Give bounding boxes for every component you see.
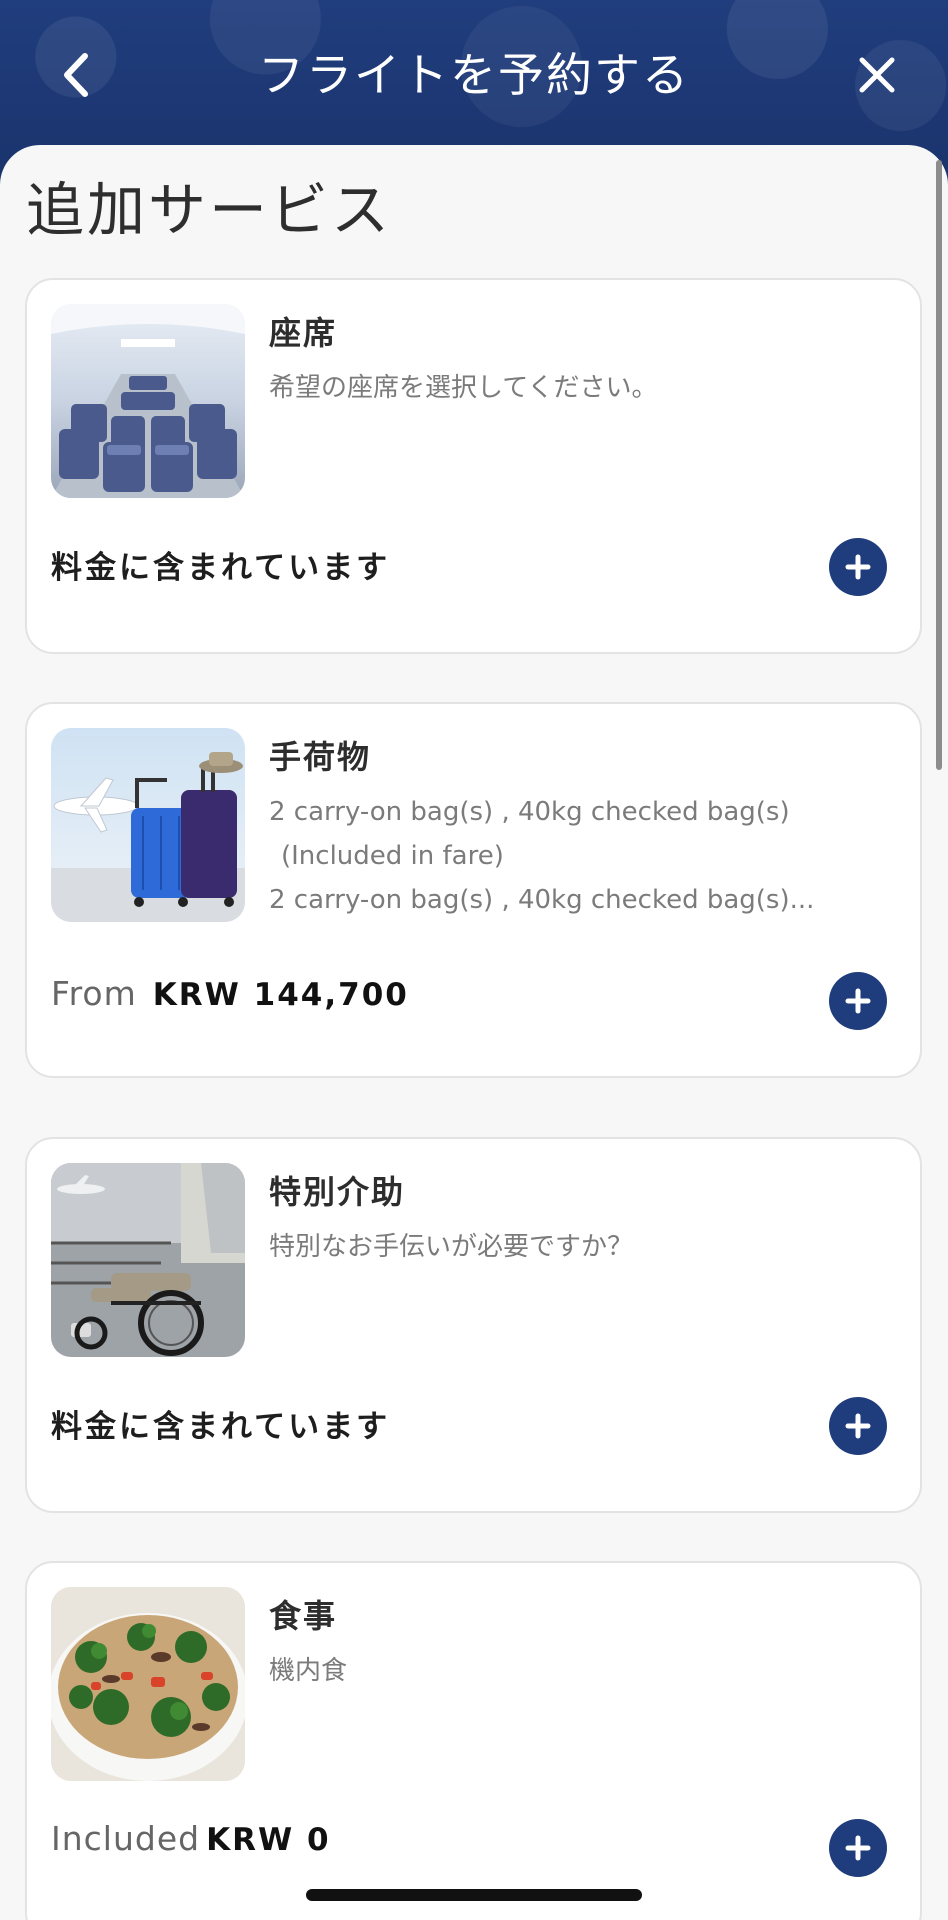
card-description-line: 希望の座席を選択してください。 [269,373,658,403]
included-in-fare-label: 料金に含まれています [51,550,391,586]
price-prefix: From [51,974,137,1013]
baggage-image [51,728,245,922]
included-in-fare-label: 料金に含まれています [51,1409,391,1445]
section-title: 追加サービス [26,176,393,244]
seat-image [51,304,245,498]
price-amount: KRW 0 [206,1822,331,1858]
plus-icon [845,988,871,1014]
close-icon [859,57,895,93]
card-title: 特別介助 [269,1173,406,1211]
card-description: 希望の座席を選択してください。 [269,366,889,410]
app-screen: フライトを予約する 追加サービス 座席 希望の座席を選択してください。 料金に含… [0,0,948,1920]
plus-icon [845,554,871,580]
card-description: 2 carry-on bag(s) , 40kg checked bag(s) … [269,790,889,922]
service-card-seat[interactable]: 座席 希望の座席を選択してください。 料金に含まれています [25,278,922,654]
service-card-meal[interactable]: 食事 機内食 Included KRW 0 [25,1561,922,1920]
card-title: 手荷物 [269,738,372,776]
card-title: 食事 [269,1597,338,1635]
card-description-line: 2 carry-on bag(s) , 40kg checked bag(s).… [269,885,815,915]
price-row: 料金に含まれています [51,1401,390,1446]
card-description-line: (Included in fare) [281,841,504,871]
home-indicator[interactable] [306,1889,642,1901]
add-baggage-button[interactable] [829,972,887,1030]
price-row: Included KRW 0 [51,1819,331,1858]
close-button[interactable] [842,40,912,110]
plus-icon [845,1413,871,1439]
price-amount: KRW 144,700 [152,977,409,1013]
add-special-assistance-button[interactable] [829,1397,887,1455]
price-prefix: Included [51,1819,201,1858]
card-description: 特別なお手伝いが必要ですか？ [269,1225,889,1269]
add-seat-button[interactable] [829,538,887,596]
page-title: フライトを予約する [258,48,690,102]
scrollbar[interactable] [936,160,942,770]
card-title: 座席 [269,314,338,352]
card-description-line: 機内食 [269,1656,348,1686]
card-description-line: 特別なお手伝いが必要ですか？ [269,1232,634,1262]
meal-image [51,1587,245,1781]
plus-icon [845,1835,871,1861]
card-description: 機内食 [269,1649,889,1693]
add-meal-button[interactable] [829,1819,887,1877]
service-card-baggage[interactable]: 手荷物 2 carry-on bag(s) , 40kg checked bag… [25,702,922,1078]
service-card-special-assistance[interactable]: 特別介助 特別なお手伝いが必要ですか？ 料金に含まれています [25,1137,922,1513]
card-description-line: 2 carry-on bag(s) , 40kg checked bag(s) [269,797,790,827]
assistance-image [51,1163,245,1357]
price-row: 料金に含まれています [51,542,390,587]
price-row: From KRW 144,700 [51,974,409,1013]
